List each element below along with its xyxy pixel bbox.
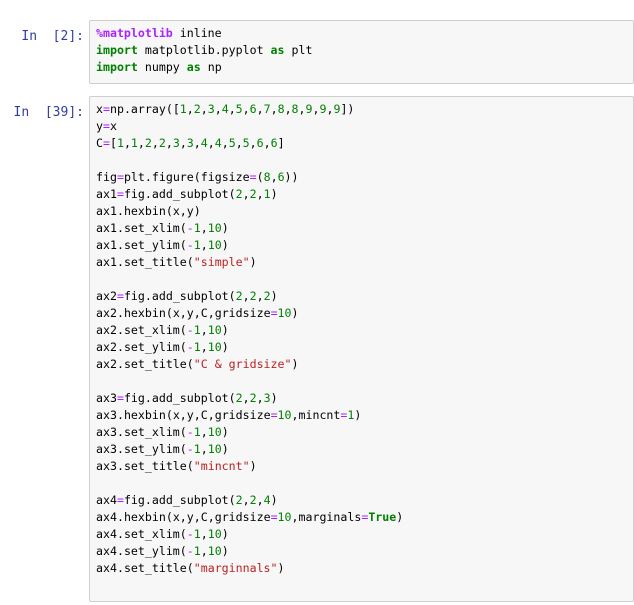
code-line[interactable]: C=[1,1,2,2,3,3,4,4,5,5,6,6] <box>96 135 403 152</box>
code-line[interactable]: x=np.array([1,2,3,4,5,6,7,8,8,9,9,9]) <box>96 101 403 118</box>
cell-prompt: In [2]: <box>21 29 84 44</box>
code-cell-imports[interactable]: In [2]: %matplotlib inline import matplot… <box>0 20 634 84</box>
code-line[interactable]: ax4.set_xlim(-1,10) <box>96 526 403 543</box>
code-line[interactable]: %matplotlib inline <box>96 25 312 42</box>
code-line[interactable] <box>96 271 403 288</box>
code-line[interactable] <box>96 475 403 492</box>
code-line[interactable]: ax4.set_ylim(-1,10) <box>96 543 403 560</box>
code-editor[interactable]: x=np.array([1,2,3,4,5,6,7,8,8,9,9,9]) y=x… <box>89 96 634 602</box>
code-line[interactable]: ax2.hexbin(x,y,C,gridsize=10) <box>96 305 403 322</box>
cell-prompt: In [39]: <box>13 105 84 120</box>
code-line[interactable]: ax3.hexbin(x,y,C,gridsize=10,mincnt=1) <box>96 407 403 424</box>
code-editor[interactable]: %matplotlib inline import matplotlib.pypl… <box>89 20 634 84</box>
code-line[interactable]: y=x <box>96 118 403 135</box>
code-line[interactable]: ax3=fig.add_subplot(2,2,3) <box>96 390 403 407</box>
code-block[interactable]: x=np.array([1,2,3,4,5,6,7,8,8,9,9,9]) y=x… <box>96 101 403 577</box>
code-line[interactable]: ax4.set_title("marginnals") <box>96 560 403 577</box>
code-block[interactable]: %matplotlib inline import matplotlib.pypl… <box>96 25 312 76</box>
code-line[interactable]: import numpy as np <box>96 59 312 76</box>
code-line[interactable]: ax1=fig.add_subplot(2,2,1) <box>96 186 403 203</box>
code-line[interactable]: ax4=fig.add_subplot(2,2,4) <box>96 492 403 509</box>
code-line[interactable]: ax1.set_title("simple") <box>96 254 403 271</box>
code-line[interactable]: ax2.set_title("C & gridsize") <box>96 356 403 373</box>
code-line[interactable]: ax2.set_xlim(-1,10) <box>96 322 403 339</box>
code-line[interactable]: ax1.hexbin(x,y) <box>96 203 403 220</box>
code-line[interactable]: fig=plt.figure(figsize=(8,6)) <box>96 169 403 186</box>
code-line[interactable]: import matplotlib.pyplot as plt <box>96 42 312 59</box>
code-cell-hexbin[interactable]: In [39]: x=np.array([1,2,3,4,5,6,7,8,8,9… <box>0 96 634 602</box>
code-line[interactable]: ax3.set_xlim(-1,10) <box>96 424 403 441</box>
code-line[interactable] <box>96 152 403 169</box>
code-line[interactable]: ax2=fig.add_subplot(2,2,2) <box>96 288 403 305</box>
code-line[interactable]: ax2.set_ylim(-1,10) <box>96 339 403 356</box>
code-line[interactable]: ax1.set_ylim(-1,10) <box>96 237 403 254</box>
code-line[interactable]: ax4.hexbin(x,y,C,gridsize=10,marginals=T… <box>96 509 403 526</box>
code-line[interactable] <box>96 373 403 390</box>
code-line[interactable]: ax3.set_ylim(-1,10) <box>96 441 403 458</box>
code-line[interactable]: ax3.set_title("mincnt") <box>96 458 403 475</box>
code-line[interactable]: ax1.set_xlim(-1,10) <box>96 220 403 237</box>
